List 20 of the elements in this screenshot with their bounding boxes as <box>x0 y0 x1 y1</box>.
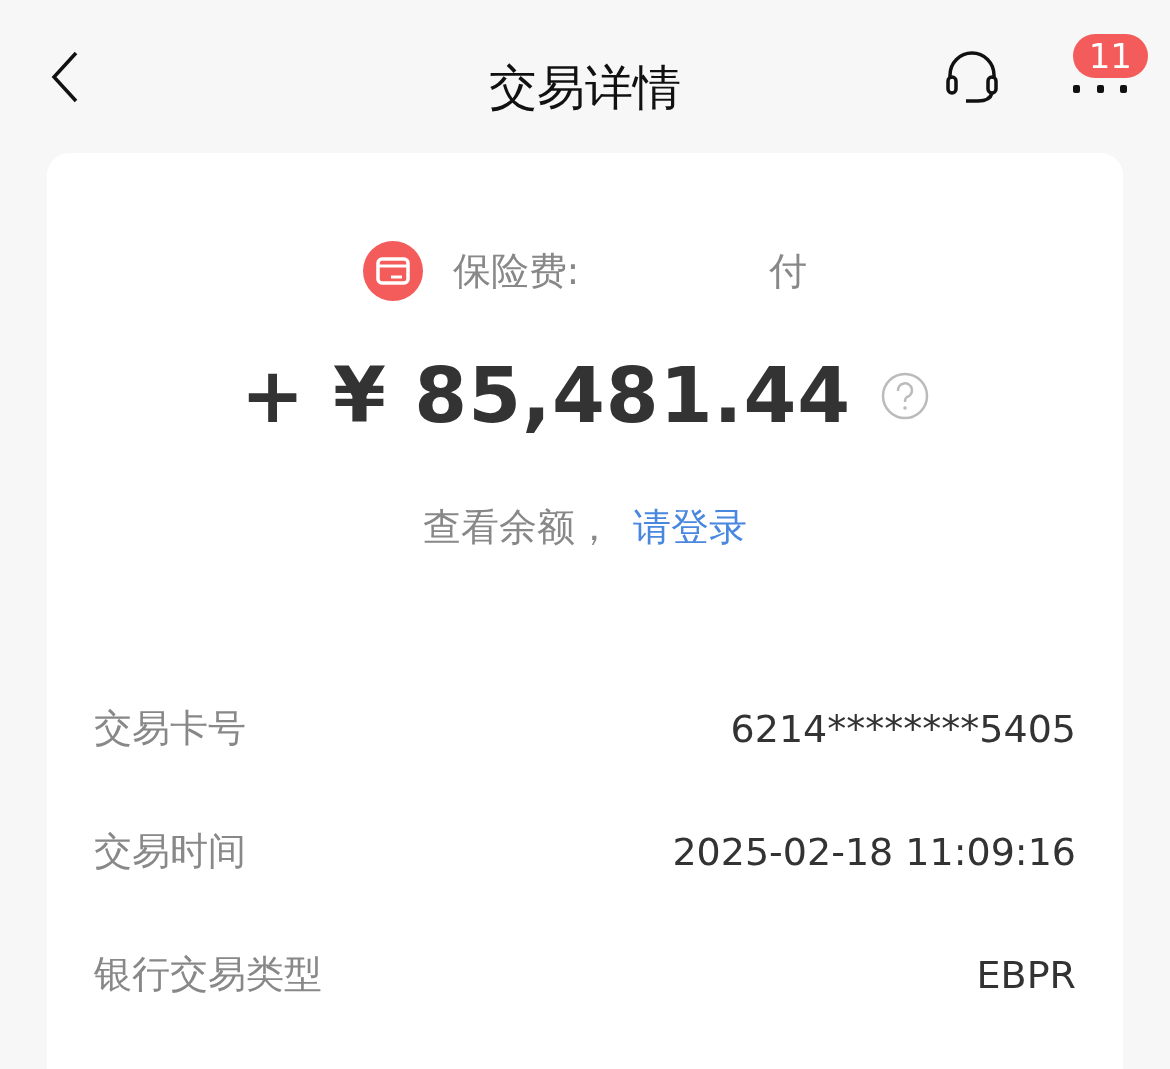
category-text: 付 <box>769 247 808 295</box>
detail-value: 2025-02-18 11:09:16 <box>672 829 1076 874</box>
detail-value: EBPR <box>976 952 1076 997</box>
customer-service-button[interactable] <box>944 50 1000 103</box>
back-icon <box>50 50 80 103</box>
more-icon <box>1072 83 1128 94</box>
page-title: 交易详情 <box>489 58 681 117</box>
login-link[interactable]: 请登录 <box>633 502 747 553</box>
detail-value: 6214********5405 <box>730 706 1076 751</box>
balance-prompt: 查看余额， <box>423 504 613 551</box>
transaction-category: 保险费: <box>452 247 580 295</box>
notification-badge: 11 <box>1072 34 1148 78</box>
detail-label: 交易卡号 <box>94 705 246 752</box>
card-icon <box>362 241 423 301</box>
detail-label: 交易时间 <box>94 828 246 875</box>
detail-label: 银行交易类型 <box>94 951 322 998</box>
back-button[interactable] <box>50 50 80 103</box>
transaction-amount: + ¥ 85,481.44 <box>240 351 852 440</box>
help-icon <box>881 371 930 420</box>
headset-icon <box>944 50 1000 103</box>
